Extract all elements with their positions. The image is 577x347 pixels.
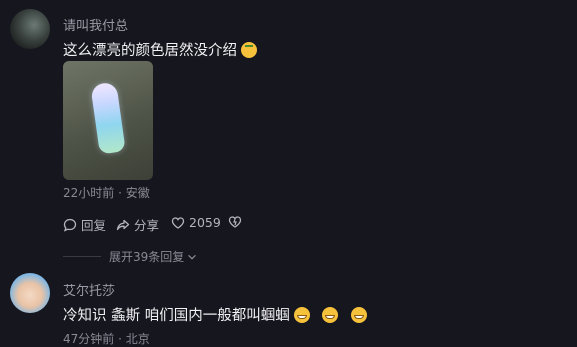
share-button[interactable]: 分享 [116, 215, 159, 234]
reply-button[interactable]: 回复 [63, 215, 106, 234]
comment-meta: 22小时前 · 安徽 [63, 186, 150, 200]
comment-text: 这么漂亮的颜色居然没介绍 [63, 39, 257, 60]
expand-replies[interactable]: 展开39条回复 [63, 248, 198, 265]
username[interactable]: 艾尔托莎 [63, 280, 115, 299]
money-face-emoji-icon [241, 42, 257, 58]
avatar[interactable] [10, 273, 50, 313]
dislike-icon [228, 216, 242, 228]
comment-body: 这么漂亮的颜色居然没介绍 [63, 43, 237, 59]
expand-replies-label: 展开39条回复 [109, 250, 185, 264]
comment-image[interactable] [63, 61, 153, 180]
dislike-button[interactable] [228, 215, 242, 229]
reply-label: 回复 [81, 218, 107, 233]
like-button[interactable]: 2059 [171, 215, 221, 230]
comment-meta: 47分钟前 · 北京 [63, 332, 150, 346]
grin-emoji-icon [322, 307, 339, 323]
katydid-image-subject [90, 81, 126, 155]
like-count: 2059 [189, 215, 221, 230]
comment-icon [63, 218, 77, 232]
comment-body: 冷知识 螽斯 咱们国内一般都叫蝈蝈 [63, 308, 290, 324]
grin-emoji-icon [350, 307, 367, 323]
share-label: 分享 [134, 218, 160, 233]
heart-icon [171, 216, 185, 229]
share-icon [116, 219, 130, 230]
avatar[interactable] [10, 9, 50, 49]
username[interactable]: 请叫我付总 [63, 15, 128, 34]
comment-text: 冷知识 螽斯 咱们国内一般都叫蝈蝈 [63, 304, 367, 325]
grin-emoji-icon [293, 307, 310, 323]
chevron-down-icon [188, 254, 197, 260]
divider [63, 256, 101, 257]
